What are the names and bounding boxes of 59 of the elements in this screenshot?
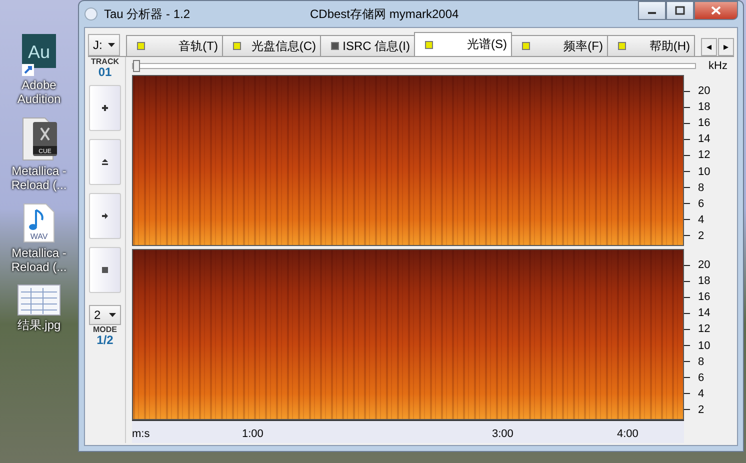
position-slider[interactable] xyxy=(132,63,696,69)
frequency-label: 6 xyxy=(698,372,704,384)
stop-icon xyxy=(101,266,109,274)
minimize-button[interactable] xyxy=(638,1,666,20)
mode-reading: 1/2 xyxy=(96,334,114,347)
frequency-label: 16 xyxy=(698,117,710,130)
control-button[interactable] xyxy=(89,247,121,293)
frequency-label: 10 xyxy=(698,166,710,178)
frequency-label: 16 xyxy=(698,291,710,304)
frequency-label: 20 xyxy=(698,259,710,272)
frequency-label: 12 xyxy=(698,323,710,336)
unit-label: kHz xyxy=(708,60,728,72)
window-title: Tau 分析器 - 1.2 xyxy=(104,6,192,22)
tab[interactable]: 帮助(H) xyxy=(607,35,695,56)
slider-thumb[interactable] xyxy=(133,60,140,72)
track-caption: TRACK xyxy=(91,57,119,66)
window-subtitle: CDbest存储网 mymark2004 xyxy=(310,6,460,22)
close-button[interactable] xyxy=(694,1,738,20)
frequency-label: 8 xyxy=(698,356,704,368)
frequency-label: 2 xyxy=(698,230,704,242)
frequency-label: 18 xyxy=(698,101,710,114)
frequency-label: 8 xyxy=(698,182,704,194)
image-file-icon xyxy=(17,284,61,316)
frequency-label: 6 xyxy=(698,198,704,210)
tab[interactable]: 音轨(T) xyxy=(126,35,223,56)
time-label: m:s xyxy=(132,428,150,440)
plus-icon xyxy=(101,104,109,112)
scroll-button[interactable]: ◂ xyxy=(701,38,717,56)
track-number: 01 xyxy=(98,66,112,79)
time-label: 3:00 xyxy=(492,428,514,440)
maximize-button[interactable] xyxy=(666,1,694,20)
frequency-label: 4 xyxy=(698,214,704,226)
tab[interactable]: 光谱(S) xyxy=(414,32,512,56)
mode-dropdown[interactable]: 2 xyxy=(89,305,121,325)
mode-caption: MODE xyxy=(93,325,117,334)
time-label: 1:00 xyxy=(242,428,264,440)
caret-icon xyxy=(108,43,115,47)
frequency-label: 4 xyxy=(698,388,704,400)
frequency-label: 18 xyxy=(698,275,710,288)
desktop-icon-label[interactable]: 结果.jpg xyxy=(4,318,74,332)
time-label: 4:00 xyxy=(617,428,638,440)
frequency-label: 14 xyxy=(698,307,710,320)
frequency-label: 10 xyxy=(698,340,710,352)
tab[interactable]: 频率(F) xyxy=(511,35,608,56)
drive-dropdown[interactable]: J: xyxy=(88,34,120,56)
frequency-label: 2 xyxy=(698,404,704,416)
frequency-label: 12 xyxy=(698,149,710,162)
tab[interactable]: ISRC 信息(I) xyxy=(320,35,415,56)
frequency-label: 20 xyxy=(698,85,710,98)
arrow-right-icon xyxy=(101,212,109,220)
scroll-button[interactable]: ▸ xyxy=(718,38,734,56)
close-icon xyxy=(711,6,721,15)
eject-icon xyxy=(101,158,109,166)
frequency-label: 14 xyxy=(698,133,710,146)
caret-icon xyxy=(109,313,116,317)
app-icon xyxy=(84,7,98,21)
maximize-icon xyxy=(675,6,685,15)
tab[interactable]: 光盘信息(C) xyxy=(222,35,321,56)
audio-file-icon: WAV xyxy=(22,202,56,244)
